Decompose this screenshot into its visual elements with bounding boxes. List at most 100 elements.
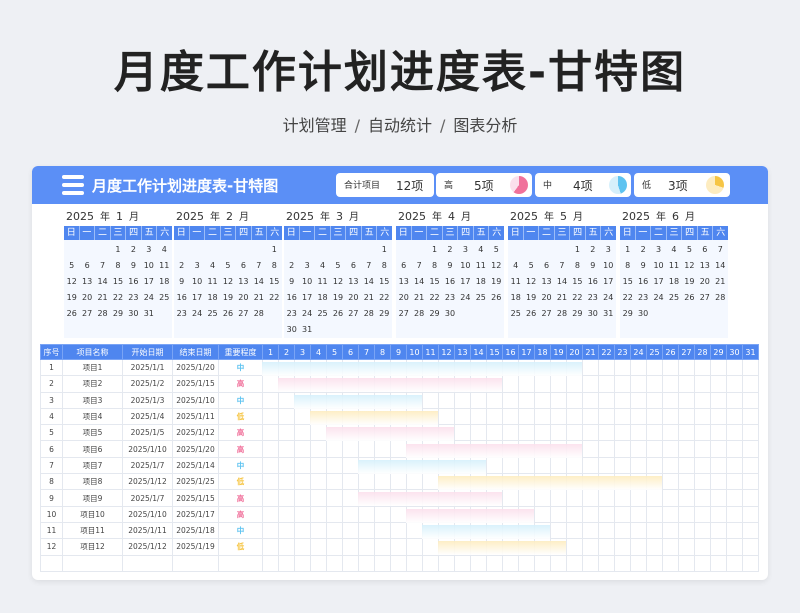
- day-column-header[interactable]: 23: [614, 344, 631, 360]
- day-cell[interactable]: [406, 521, 423, 540]
- day-cell[interactable]: [454, 391, 471, 409]
- cell-end[interactable]: 2025/1/10: [172, 391, 219, 409]
- day-cell[interactable]: [630, 489, 647, 507]
- day-cell[interactable]: [598, 407, 615, 426]
- day-column-header[interactable]: 2: [278, 344, 295, 360]
- day-cell[interactable]: [694, 505, 711, 523]
- day-cell[interactable]: [678, 440, 695, 458]
- day-column-header[interactable]: 20: [566, 344, 583, 360]
- day-cell[interactable]: [550, 521, 567, 540]
- day-cell[interactable]: [486, 424, 503, 442]
- day-cell[interactable]: [310, 538, 327, 556]
- day-cell[interactable]: [646, 554, 663, 572]
- day-cell[interactable]: [374, 505, 391, 523]
- day-cell[interactable]: [694, 391, 711, 409]
- cell-end[interactable]: [172, 554, 219, 572]
- day-cell[interactable]: [678, 505, 695, 523]
- day-cell[interactable]: [278, 473, 295, 491]
- day-cell[interactable]: [358, 440, 375, 458]
- day-cell[interactable]: [262, 538, 279, 556]
- day-cell[interactable]: [598, 375, 615, 393]
- day-cell[interactable]: [710, 505, 727, 523]
- cell-no[interactable]: 3: [40, 391, 63, 409]
- day-cell[interactable]: [326, 521, 343, 540]
- day-cell[interactable]: [694, 375, 711, 393]
- day-cell[interactable]: [486, 391, 503, 409]
- day-cell[interactable]: [726, 456, 743, 475]
- day-column-header[interactable]: 22: [598, 344, 615, 360]
- cell-name[interactable]: 项目1: [62, 358, 123, 377]
- cell-no[interactable]: 4: [40, 407, 63, 426]
- day-cell[interactable]: [294, 554, 311, 572]
- column-header[interactable]: 项目名称: [62, 344, 123, 360]
- day-cell[interactable]: [566, 554, 583, 572]
- day-column-header[interactable]: 29: [710, 344, 727, 360]
- cell-prio[interactable]: 中: [218, 521, 263, 540]
- gantt-bar[interactable]: [310, 410, 438, 425]
- day-cell[interactable]: [710, 456, 727, 475]
- day-cell[interactable]: [566, 375, 583, 393]
- day-cell[interactable]: [262, 521, 279, 540]
- cell-end[interactable]: 2025/1/19: [172, 538, 219, 556]
- day-cell[interactable]: [262, 456, 279, 475]
- day-column-header[interactable]: 19: [550, 344, 567, 360]
- day-cell[interactable]: [422, 538, 439, 556]
- cell-name[interactable]: 项目4: [62, 407, 123, 426]
- day-cell[interactable]: [358, 538, 375, 556]
- cell-name[interactable]: 项目9: [62, 489, 123, 507]
- gantt-bar[interactable]: [438, 541, 566, 556]
- day-cell[interactable]: [630, 391, 647, 409]
- day-cell[interactable]: [582, 489, 599, 507]
- day-cell[interactable]: [678, 391, 695, 409]
- day-cell[interactable]: [358, 554, 375, 572]
- day-cell[interactable]: [710, 407, 727, 426]
- day-cell[interactable]: [374, 440, 391, 458]
- day-cell[interactable]: [630, 554, 647, 572]
- day-cell[interactable]: [390, 505, 407, 523]
- day-cell[interactable]: [550, 456, 567, 475]
- column-header[interactable]: 重要程度: [218, 344, 263, 360]
- day-cell[interactable]: [566, 489, 583, 507]
- day-cell[interactable]: [710, 521, 727, 540]
- day-cell[interactable]: [262, 407, 279, 426]
- day-cell[interactable]: [294, 456, 311, 475]
- day-cell[interactable]: [326, 538, 343, 556]
- day-cell[interactable]: [678, 489, 695, 507]
- cell-start[interactable]: 2025/1/5: [122, 424, 173, 442]
- day-cell[interactable]: [262, 505, 279, 523]
- day-cell[interactable]: [438, 391, 455, 409]
- cell-prio[interactable]: 低: [218, 407, 263, 426]
- day-cell[interactable]: [582, 538, 599, 556]
- cell-prio[interactable]: 低: [218, 538, 263, 556]
- day-cell[interactable]: [694, 358, 711, 377]
- day-cell[interactable]: [646, 407, 663, 426]
- day-cell[interactable]: [550, 375, 567, 393]
- day-cell[interactable]: [598, 521, 615, 540]
- day-cell[interactable]: [726, 538, 743, 556]
- day-cell[interactable]: [502, 424, 519, 442]
- cell-name[interactable]: [62, 554, 123, 572]
- cell-no[interactable]: 12: [40, 538, 63, 556]
- day-cell[interactable]: [422, 554, 439, 572]
- day-cell[interactable]: [694, 424, 711, 442]
- gantt-bar[interactable]: [422, 525, 550, 539]
- day-cell[interactable]: [694, 407, 711, 426]
- day-cell[interactable]: [278, 407, 295, 426]
- day-cell[interactable]: [614, 521, 631, 540]
- menu-icon[interactable]: [62, 175, 84, 195]
- day-cell[interactable]: [566, 505, 583, 523]
- day-cell[interactable]: [550, 489, 567, 507]
- day-cell[interactable]: [662, 375, 679, 393]
- cell-prio[interactable]: 高: [218, 424, 263, 442]
- day-cell[interactable]: [726, 521, 743, 540]
- day-cell[interactable]: [310, 489, 327, 507]
- day-cell[interactable]: [694, 440, 711, 458]
- day-cell[interactable]: [502, 375, 519, 393]
- day-cell[interactable]: [694, 473, 711, 491]
- day-column-header[interactable]: 15: [486, 344, 503, 360]
- day-cell[interactable]: [678, 375, 695, 393]
- day-cell[interactable]: [326, 554, 343, 572]
- cell-end[interactable]: 2025/1/17: [172, 505, 219, 523]
- day-cell[interactable]: [742, 521, 759, 540]
- day-cell[interactable]: [278, 391, 295, 409]
